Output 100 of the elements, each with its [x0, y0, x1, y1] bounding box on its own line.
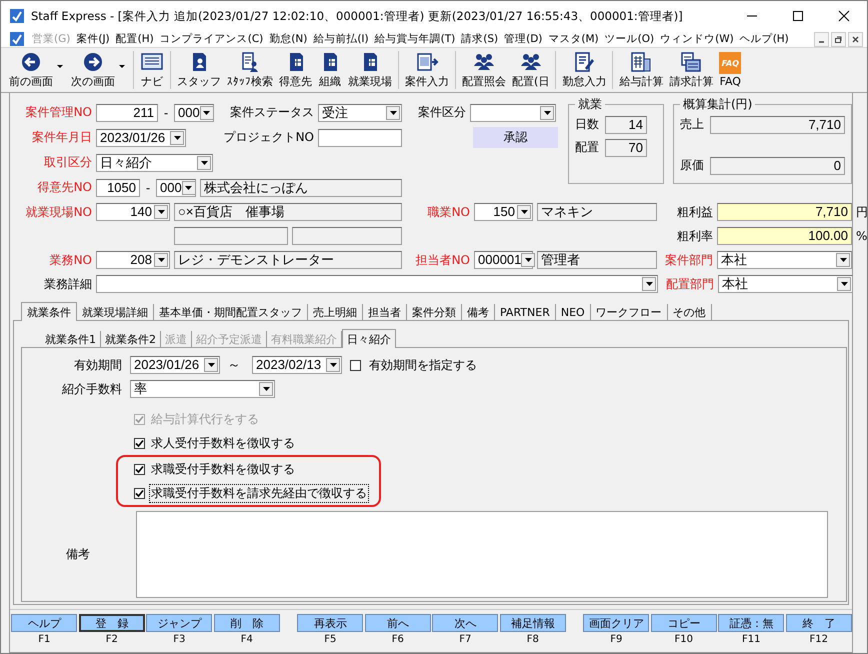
toolbar-button[interactable]: 次の画面	[68, 51, 118, 89]
dropdown[interactable]: 000	[156, 178, 196, 196]
menu-item[interactable]: マスタ(M)	[545, 32, 602, 46]
separator-text: -	[144, 180, 152, 194]
toolbar-button[interactable]: ナビ	[137, 51, 167, 89]
function-key-button[interactable]: 再表示	[297, 614, 364, 632]
toolbar-button[interactable]: FAQ FAQ	[716, 52, 744, 88]
field-label: 紹介手数料	[61, 380, 122, 398]
toolbar-button[interactable]: 給与計算	[616, 51, 666, 89]
menu-item[interactable]: ヘルプ(H)	[736, 32, 792, 46]
dropdown[interactable]: 150	[474, 203, 533, 221]
function-key-button[interactable]: 次へ	[432, 614, 498, 632]
menu-item[interactable]: 勤怠(N)	[266, 32, 310, 46]
tab[interactable]: 就業条件	[21, 302, 77, 321]
dropdown[interactable]: 率	[130, 380, 275, 398]
key-label: F2	[106, 634, 118, 645]
toolbar-button[interactable]: 得意先	[276, 51, 315, 89]
toolbar-button[interactable]: 組織	[315, 51, 345, 89]
dropdown[interactable]: 受注	[318, 104, 402, 122]
menu-item[interactable]: ウィンドウ(W)	[657, 32, 737, 46]
menu-item[interactable]: コンプライアンス(C)	[156, 32, 266, 46]
tab[interactable]: 案件分類	[407, 304, 462, 320]
field-label: プロジェクトNO	[222, 129, 314, 146]
readout-field: 100.00	[717, 227, 852, 245]
menu-item[interactable]: 給与賞与年調(T)	[372, 32, 458, 46]
field-label: 案件部門	[664, 252, 713, 268]
dropdown[interactable]: 2023/02/13	[252, 356, 342, 374]
field-label: 原価	[680, 157, 704, 174]
dropdown[interactable]: 000	[174, 104, 214, 122]
text-field[interactable]: 1050	[96, 178, 140, 196]
toolbar-button[interactable]: 請求計算	[666, 51, 716, 89]
readout-field: 14	[605, 116, 647, 134]
function-key-button[interactable]: 前へ	[364, 614, 431, 632]
group-title: 概算集計(円)	[682, 96, 754, 113]
approve-button[interactable]: 承認	[473, 127, 558, 148]
field-label: 有効期間	[73, 356, 122, 374]
tab[interactable]: 備考	[462, 304, 495, 320]
tab[interactable]: 就業条件1	[41, 331, 101, 347]
tab[interactable]: NEO	[556, 304, 591, 320]
tab[interactable]: 売上明細	[308, 304, 363, 320]
function-key-button[interactable]: コピー	[650, 614, 717, 632]
field-label: 備考	[65, 546, 91, 563]
toolbar-button[interactable]: 案件入力	[402, 51, 452, 89]
window-title: Staff Express - [案件入力 追加(2023/01/27 12:02:10、000001:管理者) 更新(2023/01/27 16:55:43、000001:管理者)]	[31, 8, 683, 24]
function-key-button[interactable]: 補足情報	[500, 614, 566, 632]
menu-item[interactable]: ツール(O)	[602, 32, 658, 46]
key-label: F11	[742, 634, 760, 645]
dropdown[interactable]: 000001	[474, 251, 533, 269]
function-key-button[interactable]: ヘルプ	[11, 614, 78, 632]
field-label: 職業NO	[426, 204, 470, 220]
toolbar-button[interactable]: 配置(日	[509, 51, 552, 89]
tab[interactable]: 就業条件2	[101, 331, 161, 347]
text-field[interactable]: 211	[96, 104, 158, 122]
function-key-button[interactable]: ジャンプ	[146, 614, 212, 632]
function-key-button[interactable]: 証憑：無	[718, 614, 784, 632]
readout-field: 0	[710, 156, 845, 174]
function-key-button[interactable]: 削 除	[214, 614, 280, 632]
separator-text: ～	[226, 357, 242, 374]
key-label: F5	[324, 634, 336, 645]
dropdown[interactable]: 2023/01/26	[130, 356, 220, 374]
dropdown[interactable]: 2023/01/26	[96, 128, 186, 146]
tab[interactable]: ワークフロー	[590, 304, 668, 320]
tab[interactable]: PARTNER	[495, 304, 556, 320]
menu-item[interactable]: 案件(J)	[73, 32, 113, 46]
function-key-button[interactable]: 終 了	[786, 614, 852, 632]
tab[interactable]: 就業現場詳細	[77, 304, 154, 320]
name-field: 株式会社にっぽん	[200, 178, 402, 196]
toolbar-button[interactable]: スタッフ	[174, 51, 224, 89]
readout-field: 7,710	[717, 203, 852, 221]
separator-text: -	[162, 106, 170, 120]
tab[interactable]: 日々紹介	[342, 329, 396, 348]
unit-label: %	[856, 229, 867, 243]
dropdown[interactable]: 本社	[718, 275, 853, 293]
key-label: F6	[392, 634, 404, 645]
toolbar-button[interactable]: 配置照会	[459, 51, 509, 89]
dropdown[interactable]: 本社	[717, 251, 852, 269]
field-label: 案件ステータス	[229, 104, 314, 121]
field-label: 案件管理NO	[24, 104, 92, 121]
key-label: F7	[459, 634, 472, 645]
tab[interactable]: 担当者	[363, 304, 407, 320]
tab[interactable]: その他	[668, 304, 712, 320]
key-label: F8	[526, 634, 539, 645]
toolbar-button[interactable]: 就業現場	[345, 51, 395, 89]
tab[interactable]: 基本単価・期間配置スタッフ	[154, 304, 308, 320]
menu-item[interactable]: 管理(D)	[501, 32, 546, 46]
toolbar-button[interactable]: 勤怠入力	[559, 51, 610, 89]
dropdown[interactable]: 208	[96, 251, 170, 269]
checkbox-label: 求職受付手数料を請求先経由で徴収する	[149, 484, 369, 502]
menu-item[interactable]: 請求(S)	[458, 32, 502, 46]
dropdown[interactable]: 140	[96, 203, 170, 221]
function-key-button[interactable]: 登 録	[78, 614, 145, 632]
name-field: ○×百貨店 催事場	[174, 203, 402, 221]
function-key-button[interactable]: 画面クリア	[583, 614, 650, 632]
toolbar-button[interactable]: ｽﾀｯﾌ検索	[224, 51, 276, 89]
toolbar-button[interactable]: 前の画面	[6, 51, 56, 89]
menu-item[interactable]: 配置(H)	[112, 32, 157, 46]
field-label: 就業現場NO	[24, 204, 92, 220]
menu-item[interactable]: 給与前払(I)	[310, 32, 372, 46]
dropdown[interactable]: 日々紹介	[96, 154, 213, 172]
name-field: 管理者	[537, 251, 657, 269]
